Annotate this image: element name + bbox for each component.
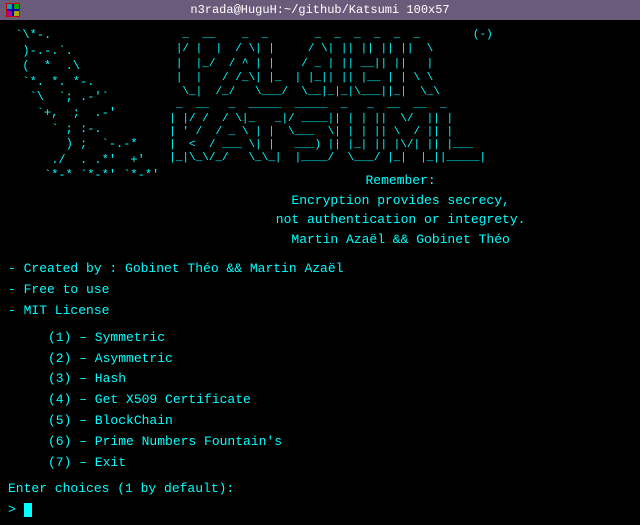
menu-item[interactable]: (5) – BlockChain: [8, 411, 632, 432]
katsumi-title: _ __ _ _____ _____ _ _ __ __ _ | |/ / / …: [169, 99, 632, 165]
prompt-input-line: >: [8, 500, 632, 521]
menu-item[interactable]: (6) – Prime Numbers Fountain's: [8, 432, 632, 453]
info-line-2: - Free to use: [8, 280, 632, 301]
info-text: Encryption provides secrecy,: [169, 191, 632, 211]
info-line-3: - MIT License: [8, 301, 632, 322]
info-line-1: - Created by : Gobinet Théo && Martin Az…: [8, 259, 632, 280]
menu-section: (1) – Symmetric (2) – Asymmetric (3) – H…: [8, 328, 632, 474]
katsumi-art: _ __ _ _ _ _ _ _ _ _ (-) |/ | | / \| | /…: [169, 28, 632, 99]
prompt-section: Enter choices (1 by default): >: [8, 479, 632, 521]
menu-item[interactable]: (1) – Symmetric: [8, 328, 632, 349]
terminal-area: `\*-. )-.-.`. ( * .\ `*. *. *-. `\ `; .-…: [0, 20, 640, 525]
info-section: - Created by : Gobinet Théo && Martin Az…: [8, 259, 632, 321]
ascii-logo: `\*-. )-.-.`. ( * .\ `*. *. *-. `\ `; .-…: [8, 28, 159, 249]
terminal-icon: [6, 3, 20, 17]
titlebar: n3rada@HuguH:~/github/Katsumi 100x57: [0, 0, 640, 20]
top-section: `\*-. )-.-.`. ( * .\ `*. *. *-. `\ `; .-…: [8, 28, 632, 249]
menu-item[interactable]: (3) – Hash: [8, 369, 632, 390]
right-panel: _ __ _ _ _ _ _ _ _ _ (-) |/ | | / \| | /…: [159, 28, 632, 249]
info-text: Martin Azaël && Gobinet Théo: [169, 230, 632, 250]
menu-item[interactable]: (2) – Asymmetric: [8, 349, 632, 370]
prompt-text: Enter choices (1 by default):: [8, 479, 632, 500]
titlebar-title: n3rada@HuguH:~/github/Katsumi 100x57: [190, 3, 449, 17]
menu-item[interactable]: (7) – Exit: [8, 453, 632, 474]
info-text: Remember:: [169, 171, 632, 191]
menu-item[interactable]: (4) – Get X509 Certificate: [8, 390, 632, 411]
info-text: not authentication or integrety.: [169, 210, 632, 230]
